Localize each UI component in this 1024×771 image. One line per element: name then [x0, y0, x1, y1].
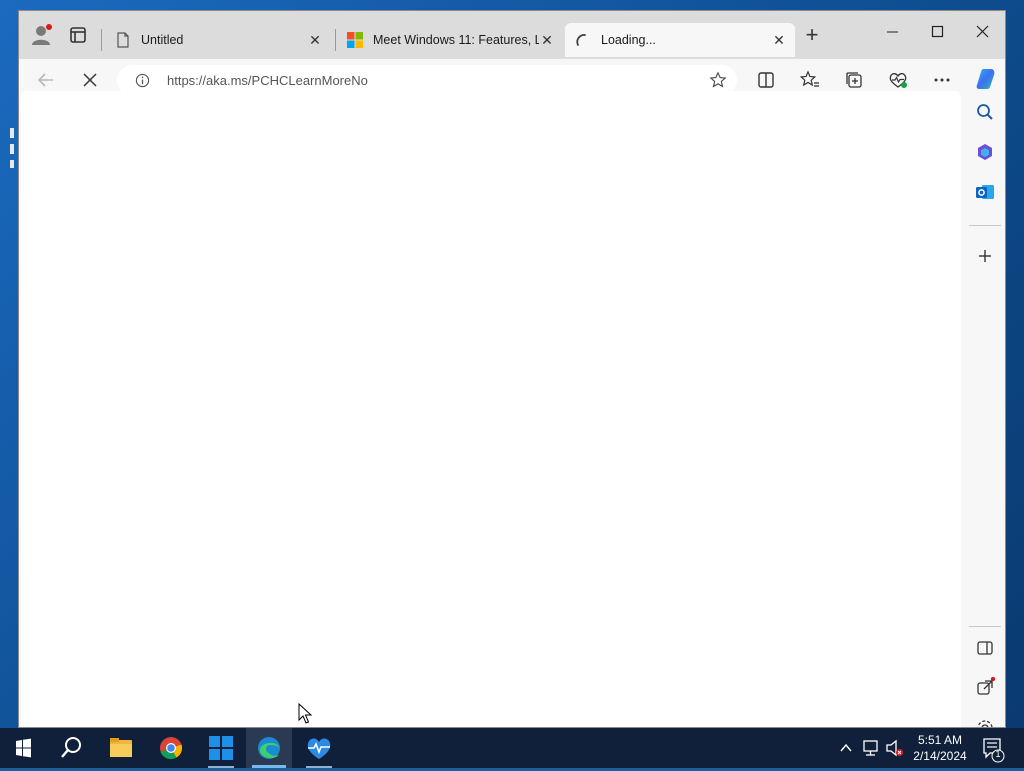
- sidebar-add-button[interactable]: [974, 245, 996, 267]
- notification-icon: [983, 738, 1005, 763]
- edge-sidebar: [963, 91, 1005, 727]
- pointer-cursor-icon: [298, 702, 313, 724]
- tab-meet-windows-11[interactable]: Meet Windows 11: Features, Lo ✕: [337, 23, 563, 57]
- sidebar-outlook-button[interactable]: [974, 181, 996, 203]
- desktop-icon-fragment[interactable]: [10, 128, 18, 172]
- close-icon: [976, 25, 989, 38]
- health-monitor-icon: [307, 738, 331, 759]
- chevron-up-icon: [840, 743, 852, 752]
- clock-date: 2/14/2024: [913, 749, 967, 763]
- loading-spinner-icon: [575, 32, 591, 48]
- tab-title: Loading...: [601, 33, 656, 47]
- outlook-icon: [976, 185, 994, 199]
- tab-untitled[interactable]: Untitled ✕: [105, 23, 331, 57]
- action-center-button[interactable]: 1: [980, 728, 1010, 768]
- tab-close-icon[interactable]: ✕: [307, 32, 323, 48]
- network-tray-button[interactable]: [860, 728, 882, 768]
- mouse-cursor: [298, 702, 313, 725]
- browser-essentials-button[interactable]: [887, 69, 909, 91]
- microsoft-logo-icon: [347, 32, 363, 48]
- network-icon: [863, 740, 878, 756]
- clock-time: 5:51 AM: [917, 733, 963, 747]
- taskbar-health-monitor[interactable]: [296, 728, 342, 768]
- back-arrow-icon: [37, 73, 53, 87]
- favorites-icon: [799, 70, 819, 87]
- search-icon: [61, 737, 81, 758]
- sidebar-panel-icon: [977, 641, 993, 655]
- minimize-button[interactable]: [871, 17, 915, 45]
- page-icon: [115, 32, 131, 48]
- plus-icon: [979, 250, 991, 262]
- windows-app-icon: [209, 736, 233, 760]
- copilot-button[interactable]: [973, 66, 999, 92]
- gear-icon: [977, 720, 993, 727]
- favorites-button[interactable]: [799, 69, 821, 91]
- settings-more-button[interactable]: [931, 69, 953, 91]
- site-info-icon[interactable]: [135, 73, 150, 88]
- stop-icon: [83, 73, 97, 87]
- windows-taskbar: 5:51 AM 2/14/2024 1: [0, 728, 1024, 768]
- notification-count: 1: [995, 749, 1001, 759]
- hide-sidebar-button[interactable]: [974, 637, 996, 659]
- profile-avatar-icon: [32, 24, 52, 45]
- external-link-button[interactable]: [974, 676, 996, 699]
- taskbar-edge[interactable]: [246, 728, 292, 768]
- tab-loading[interactable]: Loading... ✕: [565, 23, 795, 57]
- sidebar-microsoft365-button[interactable]: [974, 141, 996, 163]
- sidebar-separator: [969, 626, 1001, 627]
- external-link-icon: [977, 676, 996, 695]
- tab-close-icon[interactable]: ✕: [771, 32, 787, 48]
- tab-separator: [101, 29, 102, 51]
- page-content-area[interactable]: [21, 91, 961, 727]
- edge-icon: [258, 737, 280, 759]
- tab-strip: Untitled ✕ Meet Windows 11: Features, Lo…: [19, 11, 1005, 59]
- stop-loading-button[interactable]: [79, 69, 101, 91]
- show-hidden-icons-button[interactable]: [836, 728, 856, 768]
- close-window-button[interactable]: [961, 17, 1005, 45]
- collections-icon: [846, 72, 862, 88]
- start-icon: [16, 738, 31, 758]
- tab-title: Untitled: [141, 33, 184, 47]
- search-icon: [977, 104, 993, 120]
- tab-actions-menu-button[interactable]: [67, 24, 89, 46]
- tab-separator: [335, 29, 336, 51]
- collections-button[interactable]: [843, 69, 865, 91]
- split-screen-icon: [758, 72, 774, 88]
- minimize-icon: [887, 31, 898, 33]
- sidebar-search-button[interactable]: [974, 101, 996, 123]
- tab-close-icon[interactable]: ✕: [539, 32, 555, 48]
- sidebar-settings-button[interactable]: [974, 717, 996, 727]
- url-text[interactable]: https://aka.ms/PCHCLearnMoreNo: [167, 73, 368, 88]
- new-tab-button[interactable]: +: [801, 24, 823, 47]
- taskbar-chrome[interactable]: [148, 728, 194, 768]
- favorite-star-icon[interactable]: [709, 71, 727, 89]
- sidebar-separator: [969, 225, 1001, 226]
- edge-browser-window: Untitled ✕ Meet Windows 11: Features, Lo…: [18, 10, 1006, 728]
- microsoft365-icon: [978, 144, 992, 160]
- start-button[interactable]: [0, 728, 46, 768]
- maximize-button[interactable]: [916, 17, 960, 45]
- taskbar-windows-app[interactable]: [198, 728, 244, 768]
- profile-button[interactable]: [29, 23, 53, 47]
- tab-title: Meet Windows 11: Features, Lo: [373, 33, 539, 47]
- taskbar-file-explorer[interactable]: [98, 728, 144, 768]
- more-dots-icon: [934, 78, 950, 82]
- maximize-icon: [931, 25, 944, 38]
- copilot-icon: [976, 69, 995, 89]
- taskbar-search-button[interactable]: [48, 728, 94, 768]
- back-button[interactable]: [35, 69, 57, 91]
- tab-actions-icon: [70, 27, 86, 43]
- file-explorer-icon: [110, 738, 132, 757]
- chrome-icon: [160, 737, 183, 760]
- taskbar-clock[interactable]: 5:51 AM 2/14/2024: [900, 732, 980, 764]
- heart-pulse-icon: [889, 73, 907, 88]
- split-screen-button[interactable]: [755, 69, 777, 91]
